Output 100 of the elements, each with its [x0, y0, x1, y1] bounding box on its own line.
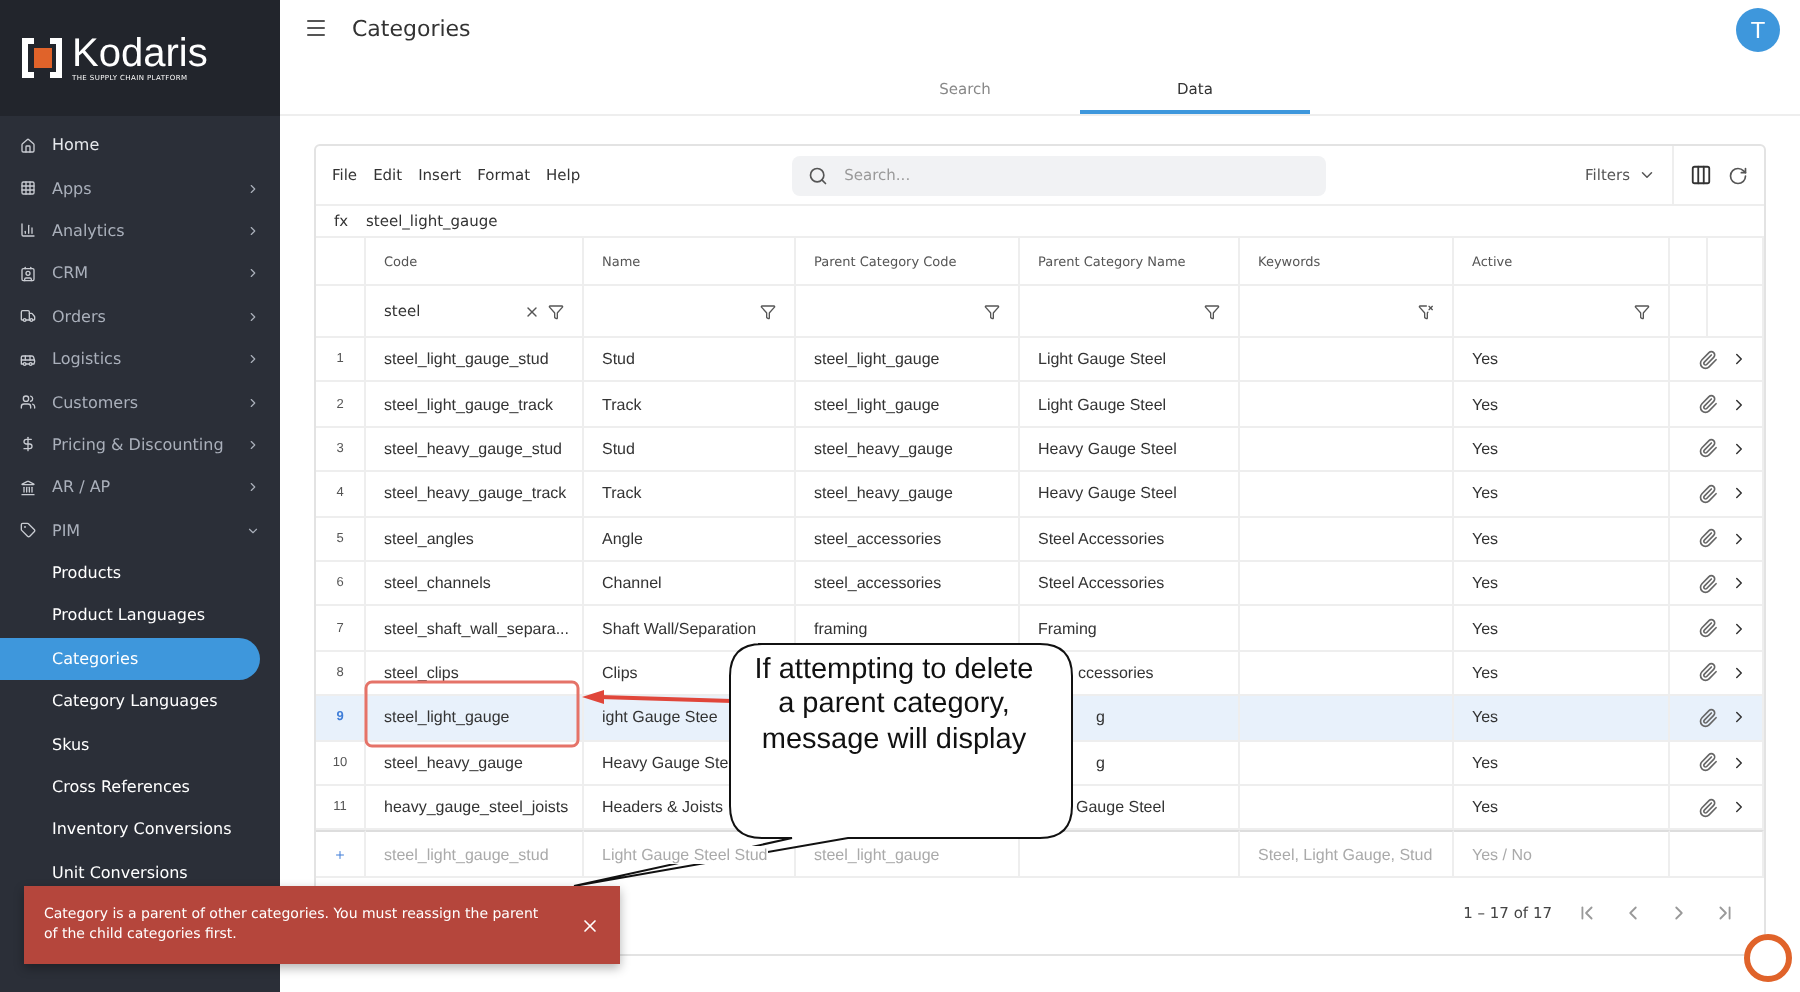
chevron-right-icon[interactable] [1730, 484, 1748, 503]
paperclip-icon[interactable] [1698, 707, 1718, 728]
bar-chart-icon [20, 222, 36, 239]
table-cell: steel_shaft_wall_separa... [366, 606, 584, 652]
filter-icon[interactable] [1204, 303, 1220, 319]
table-cell: Yes [1454, 427, 1670, 473]
table-cell: Channel [584, 561, 796, 607]
paperclip-icon[interactable] [1698, 483, 1718, 504]
house-icon [20, 137, 36, 154]
sidebar-subitem[interactable]: Products [0, 551, 260, 595]
users-icon [20, 394, 36, 411]
sidebar-item[interactable]: Analytics [0, 209, 280, 253]
table-cell: Yes [1454, 696, 1670, 742]
filter-icon[interactable] [760, 303, 776, 319]
paperclip-icon[interactable] [1698, 662, 1718, 683]
table-cell: Heavy Gauge Steel [1020, 472, 1240, 518]
paperclip-icon[interactable] [1698, 573, 1718, 594]
chevron-right-icon[interactable] [1730, 574, 1748, 593]
table-cell: Steel Accessories [1020, 561, 1240, 607]
columns-icon[interactable] [1690, 164, 1712, 186]
table-cell: steel_heavy_gauge_stud [366, 427, 584, 473]
bus-icon [20, 351, 36, 368]
table-cell: Yes [1454, 785, 1670, 831]
table-cell: Yes [1454, 517, 1670, 562]
filter-icon[interactable] [1634, 303, 1650, 319]
sidebar-item[interactable]: PIM [0, 509, 280, 552]
paperclip-icon[interactable] [1698, 797, 1718, 818]
sidebar-subitem[interactable]: Unit Conversions [0, 851, 260, 895]
first-page-icon[interactable] [1576, 902, 1598, 925]
table-cell: steel_angles [366, 517, 584, 562]
table-cell: steel_light_gauge [366, 696, 584, 742]
clear-icon[interactable] [524, 303, 540, 319]
table-cell: steel_light_gauge_track [366, 382, 584, 428]
sidebar-subitem[interactable]: Skus [0, 722, 260, 766]
chevron-right-icon[interactable] [1730, 619, 1748, 638]
sidebar-item[interactable]: Customers [0, 380, 280, 424]
chevron-right-icon[interactable] [1730, 529, 1748, 548]
table-cell: heavy_gauge_steel_joists [366, 785, 584, 831]
paperclip-icon[interactable] [1698, 349, 1718, 370]
paperclip-icon[interactable] [1698, 394, 1718, 415]
chevron-right-icon[interactable] [1730, 753, 1748, 772]
sidebar-item[interactable]: Logistics [0, 337, 280, 381]
input-field[interactable] [1020, 830, 1240, 879]
table-cell: Steel Accessories [1020, 517, 1240, 562]
logo-name: Kodaris [72, 34, 208, 74]
table-cell: Track [584, 472, 796, 518]
table-cell: Heavy Gauge Steel [1020, 427, 1240, 473]
paperclip-icon[interactable] [1698, 618, 1718, 639]
table-cell: steel_heavy_gauge_track [366, 472, 584, 518]
table-cell: Yes [1454, 472, 1670, 518]
table-cell: steel_light_gauge [796, 338, 1020, 383]
chevron-down-icon [1638, 166, 1656, 184]
table-cell: Track [584, 382, 796, 428]
sidebar-subitem[interactable]: Cross References [0, 765, 260, 809]
sidebar-subitem[interactable]: Inventory Conversions [0, 808, 260, 852]
chevron-right-icon[interactable] [1730, 708, 1748, 727]
sidebar-item[interactable]: Orders [0, 295, 280, 338]
close-icon[interactable] [580, 915, 600, 935]
table-cell: steel_heavy_gauge [796, 472, 1020, 518]
sidebar-item[interactable]: Pricing & Discounting [0, 423, 280, 467]
table-cell: Yes [1454, 338, 1670, 383]
filter-icon[interactable] [984, 303, 1000, 319]
sidebar-item[interactable]: Home [0, 124, 280, 167]
logo-icon [20, 36, 64, 80]
table-cell: Yes [1454, 382, 1670, 428]
chat-icon[interactable] [1744, 934, 1792, 982]
dollar-icon [20, 436, 36, 453]
sidebar-subitem[interactable]: Category Languages [0, 680, 260, 723]
chevron-right-icon[interactable] [1730, 395, 1748, 414]
paperclip-icon[interactable] [1698, 528, 1718, 549]
paperclip-icon[interactable] [1698, 438, 1718, 459]
filter-off-icon[interactable] [1418, 303, 1434, 319]
table-cell: steel_channels [366, 561, 584, 607]
chevron-right-icon[interactable] [1730, 350, 1748, 369]
sidebar-subitem[interactable]: Product Languages [0, 594, 260, 638]
chevron-right-icon[interactable] [1730, 439, 1748, 458]
table-cell: steel_accessories [796, 561, 1020, 607]
page-title: Categories [352, 15, 473, 41]
filter-icon[interactable] [548, 303, 564, 319]
chevron-right-icon[interactable] [1730, 663, 1748, 682]
search-icon [808, 165, 829, 185]
chevron-right-icon[interactable] [1730, 798, 1748, 817]
table-cell: Yes [1454, 606, 1670, 652]
table-cell: steel_heavy_gauge [796, 427, 1020, 473]
sidebar-item[interactable]: Apps [0, 166, 280, 210]
table-cell: Stud [584, 338, 796, 383]
table-cell: Yes [1454, 561, 1670, 607]
table-cell: steel_accessories [796, 517, 1020, 562]
table-cell: steel_light_gauge [796, 382, 1020, 428]
contact-card-icon [20, 265, 36, 282]
refresh-icon[interactable] [1728, 165, 1748, 185]
paperclip-icon[interactable] [1698, 752, 1718, 773]
table-cell: Stud [584, 427, 796, 473]
menu-icon[interactable] [304, 16, 328, 40]
last-page-icon[interactable] [1714, 902, 1736, 925]
table-cell: Light Gauge Steel [1020, 338, 1240, 383]
sidebar-item[interactable]: CRM [0, 252, 280, 296]
sidebar-item[interactable]: AR / AP [0, 466, 280, 510]
tag-icon [20, 522, 36, 539]
table-cell: Light Gauge Steel [1020, 382, 1240, 428]
